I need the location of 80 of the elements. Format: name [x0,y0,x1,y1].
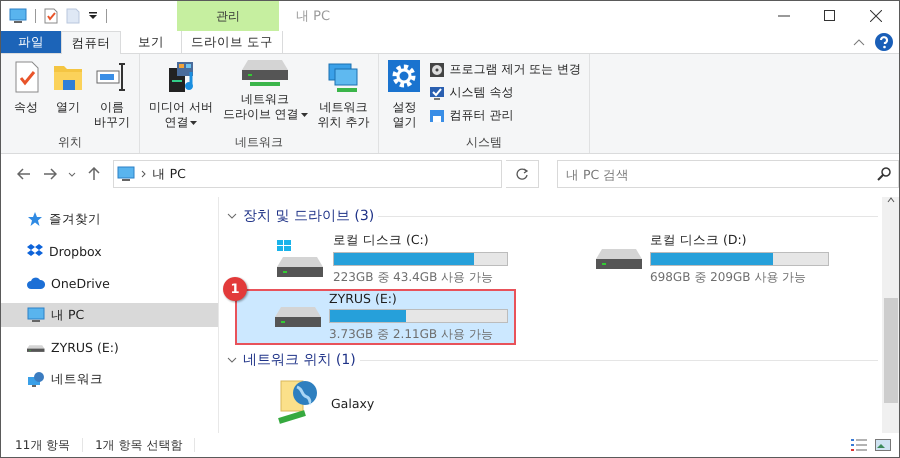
dropbox-icon [27,243,43,259]
rename-icon [96,60,128,94]
ribbon-button[interactable]: 네트워크 드라이브 연결 [220,58,311,133]
free-space-text: 3.73GB 중 2.11GB 사용 가능 [329,326,494,343]
back-arrow-icon [16,168,31,180]
sidebar-item[interactable]: OneDrive [1,271,218,295]
details-view-icon [851,439,867,451]
computer-icon [9,8,27,24]
sidebar-item[interactable]: Dropbox [1,239,218,263]
close-icon [870,10,882,22]
ribbon-tab[interactable]: 드라이브 도구 [181,31,283,53]
search-icon [876,167,891,181]
drive-name: ZYRUS (E:) [329,291,398,306]
help-icon [875,33,893,51]
drive-name: 로컬 디스크 (D:) [650,232,748,249]
file-menu-tab[interactable]: 파일 [1,31,61,53]
refresh-button[interactable] [506,160,539,188]
group-label: 시스템 [465,134,504,151]
network-drive-icon [242,60,288,86]
address-bar[interactable]: 내 PC [112,160,502,188]
gear-icon [388,60,420,94]
ribbon-tab[interactable]: 보기 [121,31,181,53]
callout-badge: 1 [223,277,247,301]
ribbon-button[interactable]: 열기 [49,58,87,133]
forward-arrow-icon [42,168,57,180]
windows-drive-icon [275,239,325,279]
ribbon-button[interactable]: 속성 [7,58,45,133]
ribbon-button[interactable]: 미디어 서버 연결 [146,58,216,133]
ribbon-link[interactable]: 컴퓨터 관리 [427,106,583,125]
caret-icon [68,172,76,176]
monitor-check-icon [429,84,446,100]
chevron-down-icon [227,213,237,219]
sidebar-item[interactable]: ZYRUS (E:) [1,335,218,359]
computer-icon [116,166,135,182]
drive-name: Galaxy [331,396,376,410]
window-title: 내 PC [295,8,332,26]
properties-icon [44,8,58,24]
free-space-text: 698GB 중 209GB 사용 가능 [650,269,808,286]
disc-box-icon [429,62,446,78]
customize-caret-icon [88,12,98,20]
refresh-icon [516,168,528,180]
sidebar-item[interactable]: 네트워크 [1,367,218,391]
computer-manage-icon [429,108,446,124]
status-text: 1개 항목 선택함 [95,436,182,454]
search-field[interactable]: 내 PC 검색 [556,160,899,188]
computer-icon [27,307,45,323]
status-text: 11개 항목 [15,436,70,454]
maximize-icon [824,10,836,22]
scroll-thumb[interactable] [884,298,898,403]
sidebar-item[interactable]: 내 PC [1,303,218,327]
ribbon-tab[interactable]: 컴퓨터 [61,31,121,54]
large-icons-view-icon [875,439,891,451]
sidebar-item[interactable]: 즐겨찾기 [1,207,218,231]
ribbon-button[interactable]: 네트워크 위치 추가 [314,58,372,133]
star-icon [27,211,43,227]
chevron-down-icon [227,357,237,363]
free-space-text: 223GB 중 43.4GB 사용 가능 [333,269,494,286]
breadcrumb[interactable]: 내 PC [152,166,186,182]
up-arrow-icon [88,167,100,181]
context-tab-header: 관리 [177,1,279,31]
cloud-icon [27,276,45,290]
ribbon-button[interactable]: 설정 열기 [385,58,424,133]
chevron-icon [140,170,147,178]
group-header[interactable]: 장치 및 드라이브 (3) [227,205,374,227]
drive-icon [596,249,642,269]
group-label: 네트워크 [234,134,284,151]
scrollbar[interactable] [882,197,899,433]
group-header[interactable]: 네트워크 위치 (1) [227,349,356,371]
new-folder-icon [66,8,80,24]
ribbon-link[interactable]: 프로그램 제거 또는 변경 [427,60,583,79]
drive-name: 로컬 디스크 (C:) [333,232,430,249]
scroll-up-icon [886,197,894,203]
drive-icon [275,307,321,327]
ribbon-link[interactable]: 시스템 속성 [427,83,583,102]
group-label: 위치 [57,134,83,151]
network-icon [27,371,45,387]
drive-tile[interactable]: Galaxy [235,375,516,431]
collapse-ribbon-icon [853,38,865,46]
ribbon-button[interactable]: 이름 바꾸기 [91,58,133,133]
drive-tile[interactable]: 로컬 디스크 (D:) 698GB 중 209GB 사용 가능 [556,231,837,287]
